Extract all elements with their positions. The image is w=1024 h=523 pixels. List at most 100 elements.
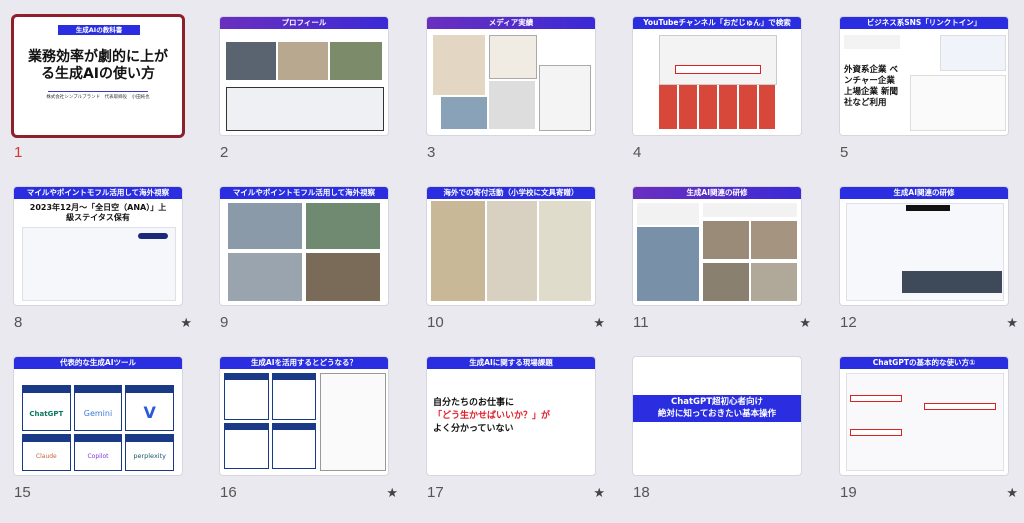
slide-subtext: 株式会社シンプルブランド 代表取締役 小田純也 [46, 95, 150, 100]
slide-number: 9 [220, 314, 229, 331]
slide-number: 18 [633, 484, 650, 501]
slide-thumbnail[interactable]: プロフィール [220, 17, 388, 135]
slide-thumbnail[interactable]: メディア実績 [427, 17, 595, 135]
text-block [226, 87, 384, 131]
slide-number: 10 [427, 314, 444, 331]
banner-line-2: 絶対に知っておきたい基本操作 [657, 409, 777, 419]
illustration-card [271, 422, 316, 469]
illustration-card [224, 373, 269, 420]
slide-title-bar: 海外での寄付活動（小学校に文具寄贈） [427, 187, 595, 199]
slide-thumbnail[interactable]: 生成AIに関する現場課題 自分たちのお仕事に 「どう生かせばいいか？」が よく分… [427, 357, 595, 475]
slide-body: 外資系企業 ベンチャー企業 上場企業 新聞社など利用 [844, 65, 898, 108]
body-line-2: 「どう生かせばいいか？」が [433, 411, 551, 421]
slide-number: 8 [14, 314, 23, 331]
star-icon: ★ [1006, 316, 1018, 331]
highlight-box [850, 395, 902, 402]
slide-headline: 業務効率が劇的に上がる生成AIの使い方 [28, 49, 168, 82]
illustration-card [224, 422, 269, 469]
photo [431, 201, 485, 301]
slide-number: 1 [14, 144, 23, 161]
photo [433, 35, 485, 95]
slide-thumbnail[interactable]: ChatGPTの基本的な使い方① [840, 357, 1008, 475]
star-icon: ★ [180, 316, 192, 331]
slide-thumbnail[interactable]: 生成AI関連の研修 [633, 187, 801, 305]
slide-number: 19 [840, 484, 857, 501]
photo [306, 203, 380, 249]
list-panel [320, 373, 386, 471]
photo [330, 42, 382, 80]
slide-number: 16 [220, 484, 237, 501]
photo [228, 253, 302, 301]
slide-title-bar: 生成AIに関する現場課題 [427, 357, 595, 369]
subtitle [22, 377, 174, 383]
building-photo [637, 227, 699, 301]
image-caption [902, 271, 1002, 293]
slide-title-bar: ChatGPTの基本的な使い方① [840, 357, 1008, 369]
tool-card-gemini: Gemini [73, 385, 123, 431]
banner-line-1: ChatGPT超初心者向け [670, 397, 764, 407]
slide-body: 2023年12月～「全日空（ANA）」上級ステイタス保有 [29, 203, 167, 222]
text-block [844, 35, 900, 49]
slide-thumbnail[interactable]: 生成AIを活用するとどうなる？ [220, 357, 388, 475]
photo [703, 221, 749, 259]
photo [539, 65, 591, 131]
photo [751, 263, 797, 301]
slide-thumbnail[interactable]: YouTubeチャンネル「おだじゅん」で検索 [633, 17, 801, 135]
slide-number: 5 [840, 144, 849, 161]
star-icon: ★ [593, 486, 605, 501]
button [138, 233, 168, 239]
body-line-3: よく分かっていない [433, 424, 514, 434]
photo [489, 35, 537, 79]
slide-body: 自分たちのお仕事に 「どう生かせばいいか？」が よく分かっていない [433, 397, 593, 436]
slide-thumbnail[interactable]: マイルやポイントモフル活用して海外視察 2023年12月～「全日空（ANA）」上… [14, 187, 182, 305]
slide-title-bar: 生成AI関連の研修 [633, 187, 801, 199]
star-icon: ★ [799, 316, 811, 331]
video-grid [659, 85, 775, 129]
slide-title-bar: 生成AIの教科書 [58, 25, 140, 35]
slide-title-bar: 代表的な生成AIツール [14, 357, 182, 369]
slide-title-bar: プロフィール [220, 17, 388, 29]
slide-title-bar: マイルやポイントモフル活用して海外視察 [220, 187, 388, 199]
slide-number: 2 [220, 144, 229, 161]
slide-thumbnail[interactable]: 生成AIの教科書 業務効率が劇的に上がる生成AIの使い方 株式会社シンプルブラン… [14, 17, 182, 135]
redacted-box [906, 205, 950, 211]
slide-thumbnail[interactable]: ビジネス系SNS「リンクトイン」 外資系企業 ベンチャー企業 上場企業 新聞社な… [840, 17, 1008, 135]
section-banner: ChatGPT超初心者向け 絶対に知っておきたい基本操作 [633, 395, 801, 422]
highlight-box [924, 403, 996, 410]
slide-thumbnail[interactable]: ChatGPT超初心者向け 絶対に知っておきたい基本操作 [633, 357, 801, 475]
photo [751, 221, 797, 259]
highlight-box [850, 429, 902, 436]
newspaper [487, 201, 537, 301]
photo [226, 42, 276, 80]
linkedin-card [940, 35, 1006, 71]
slide-thumbnail[interactable]: マイルやポイントモフル活用して海外視察 [220, 187, 388, 305]
slide-number: 4 [633, 144, 642, 161]
slide-thumbnail[interactable]: 代表的な生成AIツール ChatGPT Gemini V Claude Copi… [14, 357, 182, 475]
slide-title-bar: 生成AI関連の研修 [840, 187, 1008, 199]
slide-title-bar: 生成AIを活用するとどうなる？ [220, 357, 388, 369]
slide-number: 17 [427, 484, 444, 501]
channel-banner [659, 35, 777, 85]
photo [306, 253, 380, 301]
tool-card-copilot: Copilot [73, 434, 123, 471]
slide-number: 15 [14, 484, 31, 501]
tool-grid: ChatGPT Gemini V Claude Copilot perplexi… [22, 385, 174, 471]
divider [48, 91, 148, 92]
slide-sorter-grid: 生成AIの教科書 業務効率が劇的に上がる生成AIの使い方 株式会社シンプルブラン… [0, 0, 1024, 523]
illustration-grid [224, 373, 316, 469]
text-block [637, 203, 699, 225]
star-icon: ★ [593, 316, 605, 331]
body-line-1: 自分たちのお仕事に [433, 398, 515, 408]
star-icon: ★ [1006, 486, 1018, 501]
newspaper [539, 201, 591, 301]
slide-title-bar: マイルやポイントモフル活用して海外視察 [14, 187, 182, 199]
slide-thumbnail[interactable]: 海外での寄付活動（小学校に文具寄贈） [427, 187, 595, 305]
slide-thumbnail[interactable]: 生成AI関連の研修 [840, 187, 1008, 305]
illustration-card [271, 373, 316, 420]
photo [703, 263, 749, 301]
slide-number: 11 [633, 314, 649, 331]
photo [278, 42, 328, 80]
star-icon: ★ [386, 486, 398, 501]
tool-card-vrew: V [125, 385, 174, 431]
tool-card-perplexity: perplexity [125, 434, 174, 471]
